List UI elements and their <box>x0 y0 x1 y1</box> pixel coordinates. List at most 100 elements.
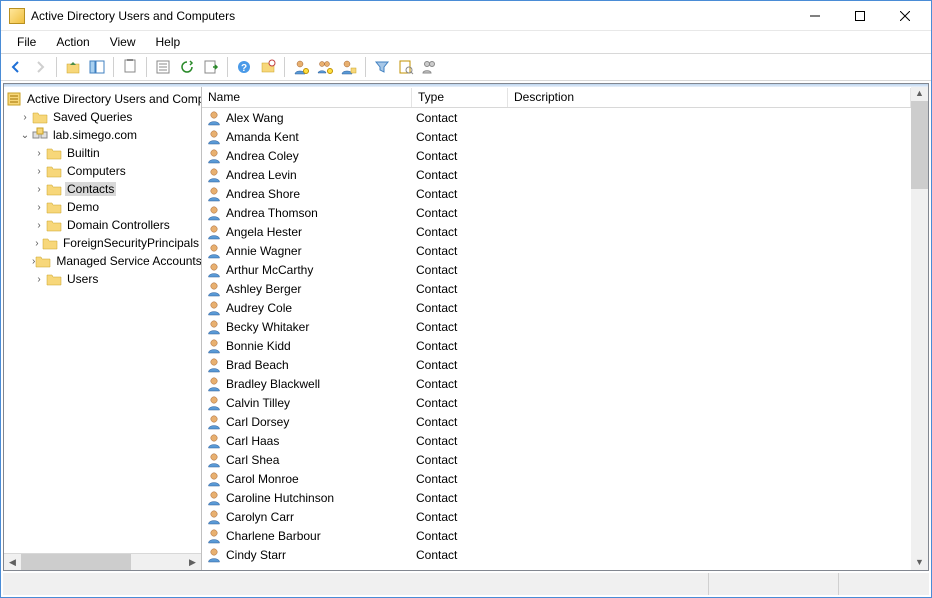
list-item[interactable]: Carol MonroeContact <box>202 469 911 488</box>
minimize-button[interactable] <box>792 1 837 30</box>
column-description[interactable]: Description <box>508 88 911 107</box>
tree-node[interactable]: ›Demo <box>4 198 201 216</box>
list-item[interactable]: Carolyn CarrContact <box>202 507 911 526</box>
toolbar-separator <box>146 57 147 77</box>
properties-button[interactable] <box>152 56 174 78</box>
list-item[interactable]: Andrea ThomsonContact <box>202 203 911 222</box>
list-item[interactable]: Andrea ColeyContact <box>202 146 911 165</box>
list-item-name: Brad Beach <box>226 358 416 372</box>
find-button[interactable] <box>395 56 417 78</box>
twist-icon[interactable]: › <box>32 148 46 159</box>
list-item[interactable]: Caroline HutchinsonContact <box>202 488 911 507</box>
list-item[interactable]: Carl HaasContact <box>202 431 911 450</box>
tree-node[interactable]: ⌄lab.simego.com <box>4 126 201 144</box>
list-item[interactable]: Bonnie KiddContact <box>202 336 911 355</box>
list-item-name: Carolyn Carr <box>226 510 416 524</box>
list-item-name: Bradley Blackwell <box>226 377 416 391</box>
scroll-up-arrow-icon[interactable]: ▲ <box>911 84 928 101</box>
tree-node[interactable]: ›Users <box>4 270 201 288</box>
tree-node[interactable]: › Domain Controllers <box>4 216 201 234</box>
advanced-button[interactable] <box>419 56 441 78</box>
twist-icon[interactable]: › <box>32 238 42 249</box>
list-item[interactable]: Ashley BergerContact <box>202 279 911 298</box>
new-user-button[interactable] <box>290 56 312 78</box>
tree-label: Contacts <box>65 182 116 196</box>
new-group-button[interactable] <box>314 56 336 78</box>
list-item[interactable]: Carl SheaContact <box>202 450 911 469</box>
list-item[interactable]: Bradley BlackwellContact <box>202 374 911 393</box>
tree-node[interactable]: ›Managed Service Accounts <box>4 252 201 270</box>
twist-icon[interactable]: › <box>32 274 46 285</box>
scroll-down-arrow-icon[interactable]: ▼ <box>911 553 928 570</box>
list-item-name: Andrea Coley <box>226 149 416 163</box>
list-item-type: Contact <box>416 358 512 372</box>
cut-button[interactable] <box>119 56 141 78</box>
back-button[interactable] <box>5 56 27 78</box>
column-name[interactable]: Name <box>202 88 412 107</box>
list-item-name: Audrey Cole <box>226 301 416 315</box>
twist-icon[interactable]: › <box>32 220 46 231</box>
list-item-type: Contact <box>416 453 512 467</box>
list-item[interactable]: Calvin TilleyContact <box>202 393 911 412</box>
twist-icon[interactable]: › <box>18 112 32 123</box>
menu-help[interactable]: Help <box>146 33 191 51</box>
tree-node[interactable]: ›Builtin <box>4 144 201 162</box>
menu-action[interactable]: Action <box>46 33 99 51</box>
menu-view[interactable]: View <box>100 33 146 51</box>
list-item[interactable]: Brad BeachContact <box>202 355 911 374</box>
menu-file[interactable]: File <box>7 33 46 51</box>
list-item[interactable]: Alex WangContact <box>202 108 911 127</box>
list-vertical-scrollbar[interactable]: ▲ ▼ <box>911 84 928 570</box>
scroll-right-arrow-icon[interactable]: ▶ <box>184 554 201 570</box>
list-item[interactable]: Amanda KentContact <box>202 127 911 146</box>
list-item[interactable]: Andrea ShoreContact <box>202 184 911 203</box>
list-item[interactable]: Annie WagnerContact <box>202 241 911 260</box>
tree-node[interactable]: ›Computers <box>4 162 201 180</box>
filter-button[interactable] <box>371 56 393 78</box>
contact-icon <box>206 357 222 373</box>
list-item-type: Contact <box>416 282 512 296</box>
tree-horizontal-scrollbar[interactable]: ◀ ▶ <box>4 553 201 570</box>
list-item[interactable]: Becky WhitakerContact <box>202 317 911 336</box>
twist-icon[interactable]: › <box>32 184 46 195</box>
list-item-type: Contact <box>416 396 512 410</box>
contact-icon <box>206 376 222 392</box>
up-button[interactable] <box>62 56 84 78</box>
twist-icon[interactable]: › <box>32 166 46 177</box>
scroll-thumb[interactable] <box>911 101 928 189</box>
tree-node[interactable]: › Contacts <box>4 180 201 198</box>
contact-icon <box>206 110 222 126</box>
twist-icon[interactable]: › <box>32 202 46 213</box>
contact-icon <box>206 129 222 145</box>
status-bar <box>3 573 929 595</box>
list-item[interactable]: Angela HesterContact <box>202 222 911 241</box>
folder-icon <box>35 253 51 269</box>
column-type[interactable]: Type <box>412 88 508 107</box>
contact-icon <box>206 243 222 259</box>
list-body[interactable]: Alex WangContactAmanda KentContactAndrea… <box>202 108 911 570</box>
scroll-thumb[interactable] <box>21 554 131 570</box>
list-item[interactable]: Cindy StarrContact <box>202 545 911 564</box>
tree-node[interactable]: ›Saved Queries <box>4 108 201 126</box>
add-to-group-button[interactable] <box>338 56 360 78</box>
new-container-button[interactable] <box>257 56 279 78</box>
list-item[interactable]: Arthur McCarthyContact <box>202 260 911 279</box>
tree-node[interactable]: ›ForeignSecurityPrincipals <box>4 234 201 252</box>
show-hide-tree-button[interactable] <box>86 56 108 78</box>
scroll-left-arrow-icon[interactable]: ◀ <box>4 554 21 570</box>
list-item-name: Amanda Kent <box>226 130 416 144</box>
tree-label: Domain Controllers <box>65 218 172 232</box>
list-item[interactable]: Andrea LevinContact <box>202 165 911 184</box>
list-item-type: Contact <box>416 510 512 524</box>
help-button[interactable]: ? <box>233 56 255 78</box>
maximize-button[interactable] <box>837 1 882 30</box>
list-item[interactable]: Audrey ColeContact <box>202 298 911 317</box>
export-list-button[interactable] <box>200 56 222 78</box>
twist-icon[interactable]: ⌄ <box>18 130 32 141</box>
forward-button[interactable] <box>29 56 51 78</box>
list-item[interactable]: Charlene BarbourContact <box>202 526 911 545</box>
list-item[interactable]: Carl DorseyContact <box>202 412 911 431</box>
close-button[interactable] <box>882 1 927 30</box>
refresh-button[interactable] <box>176 56 198 78</box>
tree-root[interactable]: Active Directory Users and Computers <box>4 90 201 108</box>
